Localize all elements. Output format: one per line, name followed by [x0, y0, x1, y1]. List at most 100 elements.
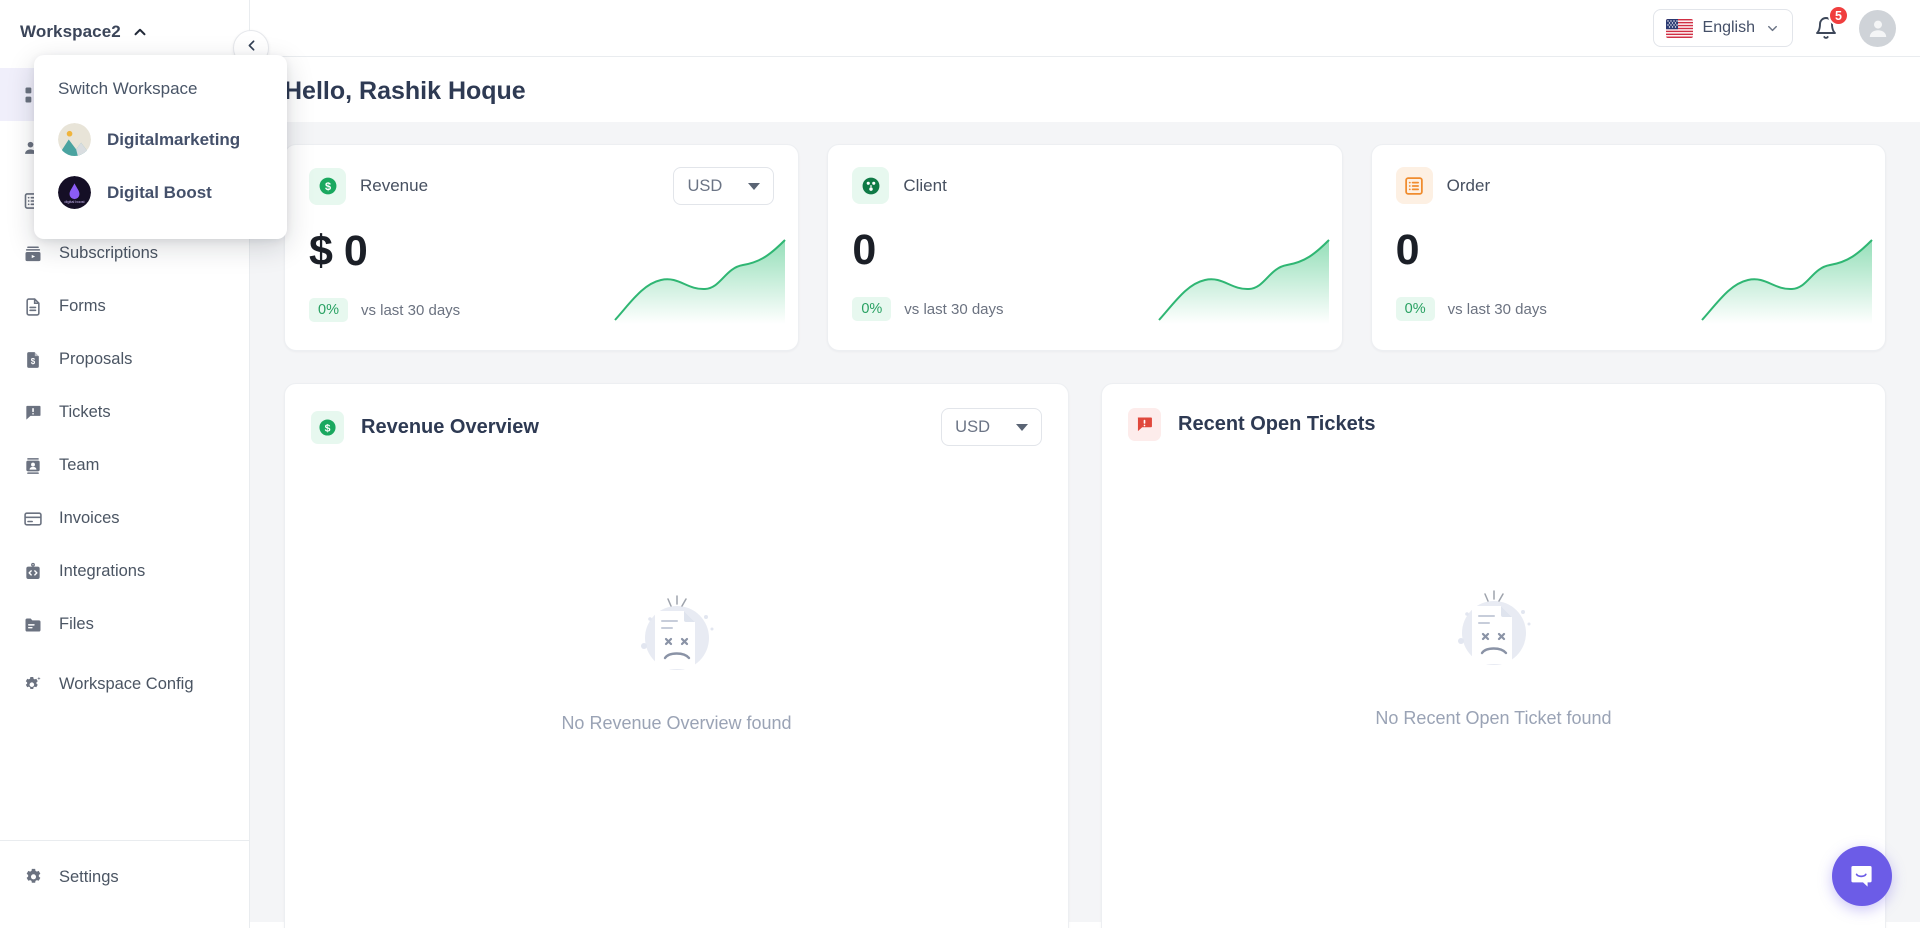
main-area: English 5 Hello, Rashik Hoque [250, 0, 1920, 928]
chevron-down-icon [748, 183, 760, 190]
sidebar-item-label: Settings [59, 867, 119, 887]
workspace-dropdown-title: Switch Workspace [34, 71, 287, 113]
sidebar-item-label: Proposals [59, 349, 132, 369]
team-card-icon [22, 455, 44, 477]
panel-header: Recent Open Tickets [1128, 408, 1859, 441]
stat-card-comparison: vs last 30 days [1448, 301, 1547, 318]
dollar-circle-icon: $ [309, 168, 346, 205]
order-list-icon [1396, 167, 1433, 204]
panel-recent-open-tickets: Recent Open Tickets [1101, 383, 1886, 928]
landscape-avatar [58, 123, 91, 156]
svg-text:$: $ [31, 357, 36, 366]
gear-icon [22, 867, 44, 889]
chat-bubble-icon [1847, 861, 1877, 891]
currency-value: USD [955, 418, 990, 437]
dollar-circle-icon: $ [311, 411, 344, 444]
stat-card-label: Revenue [360, 176, 428, 196]
stat-card-header: $ Revenue USD [309, 167, 774, 205]
chevron-down-icon [1016, 424, 1028, 431]
language-selector[interactable]: English [1653, 9, 1793, 47]
stat-card-client: Client 0 0% vs last 30 days [827, 144, 1342, 351]
chat-widget-button[interactable] [1832, 846, 1892, 906]
panel-title: Revenue Overview [361, 416, 539, 439]
chevron-up-icon [131, 23, 149, 41]
language-label: English [1703, 19, 1755, 37]
sparkline-chart [1700, 232, 1885, 324]
page-title: Hello, Rashik Hoque [250, 57, 1886, 122]
currency-value: USD [687, 177, 722, 196]
stat-card-order: Order 0 0% vs last 30 days [1371, 144, 1886, 351]
clients-circle-icon [852, 167, 889, 204]
notifications-button[interactable]: 5 [1811, 13, 1841, 43]
sad-document-icon [627, 586, 727, 691]
sidebar-item-invoices[interactable]: Invoices [0, 492, 249, 545]
sad-document-icon [1444, 581, 1544, 686]
stat-card-header: Order [1396, 167, 1861, 204]
user-avatar-icon [1866, 16, 1890, 40]
empty-state-text: No Revenue Overview found [561, 713, 791, 734]
stat-card-percent: 0% [309, 298, 348, 322]
stat-card-label: Client [903, 176, 946, 196]
sidebar-item-label: Tickets [59, 402, 111, 422]
sidebar-item-label: Subscriptions [59, 243, 158, 263]
sidebar-item-label: Workspace Config [59, 674, 194, 694]
revenue-currency-select[interactable]: USD [673, 167, 774, 205]
page-content: Hello, Rashik Hoque $ Revenue [250, 57, 1920, 928]
ticket-alert-icon [1128, 408, 1161, 441]
sidebar-item-integrations[interactable]: Integrations [0, 545, 249, 598]
stat-card-comparison: vs last 30 days [904, 301, 1003, 318]
empty-state: No Recent Open Ticket found [1128, 455, 1859, 855]
document-icon [22, 296, 44, 318]
chevron-down-icon [1765, 21, 1780, 36]
code-plug-icon [22, 561, 44, 583]
proposal-dollar-icon: $ [22, 349, 44, 371]
stat-card-header: Client [852, 167, 1317, 204]
sidebar: Workspace2 Dashboard Clients [0, 0, 250, 928]
credit-card-icon [22, 508, 44, 530]
svg-text:$: $ [325, 422, 331, 434]
sidebar-bottom: Settings [0, 840, 249, 928]
sidebar-item-files[interactable]: Files [0, 598, 249, 651]
sidebar-item-settings[interactable]: Settings [0, 851, 249, 904]
svg-text:$: $ [324, 181, 330, 193]
stat-cards: $ Revenue USD $ 0 0% vs [284, 144, 1886, 351]
digital-boost-avatar: digital boost [58, 176, 91, 209]
sparkline-chart [1157, 232, 1342, 324]
sidebar-item-team[interactable]: Team [0, 439, 249, 492]
dashboard-board: $ Revenue USD $ 0 0% vs [250, 122, 1920, 922]
stat-card-comparison: vs last 30 days [361, 302, 460, 319]
sidebar-item-label: Forms [59, 296, 106, 316]
panel-revenue-overview: $ Revenue Overview USD [284, 383, 1069, 928]
sidebar-item-label: Files [59, 614, 94, 634]
sidebar-item-tickets[interactable]: Tickets [0, 386, 249, 439]
stat-card-label: Order [1447, 176, 1490, 196]
workspace-dropdown: Switch Workspace Digitalmarketing digita… [34, 55, 287, 239]
stat-card-percent: 0% [852, 297, 891, 321]
panel-header: $ Revenue Overview USD [311, 408, 1042, 446]
subscriptions-icon [22, 243, 44, 265]
stat-card-revenue: $ Revenue USD $ 0 0% vs [284, 144, 799, 351]
workspace-option-digital-boost[interactable]: digital boost Digital Boost [34, 166, 287, 219]
folder-icon [22, 614, 44, 636]
sidebar-item-label: Invoices [59, 508, 120, 528]
dashboard-panels: $ Revenue Overview USD [284, 383, 1886, 928]
workspace-name: Workspace2 [20, 22, 121, 42]
sidebar-item-label: Integrations [59, 561, 145, 581]
revenue-overview-currency-select[interactable]: USD [941, 408, 1042, 446]
ticket-alert-icon [22, 402, 44, 424]
sidebar-item-label: Team [59, 455, 99, 475]
sparkline-chart [613, 232, 798, 324]
stat-card-percent: 0% [1396, 297, 1435, 321]
workspace-option-digitalmarketing[interactable]: Digitalmarketing [34, 113, 287, 166]
empty-state-text: No Recent Open Ticket found [1375, 708, 1611, 729]
sidebar-item-workspace-config[interactable]: Workspace Config [0, 651, 249, 717]
us-flag-icon [1666, 19, 1693, 38]
workspace-option-label: Digitalmarketing [107, 130, 240, 150]
notification-badge: 5 [1828, 5, 1849, 26]
svg-text:digital boost: digital boost [64, 200, 85, 204]
sidebar-item-proposals[interactable]: $ Proposals [0, 333, 249, 386]
topbar: English 5 [250, 0, 1920, 57]
sidebar-item-forms[interactable]: Forms [0, 280, 249, 333]
user-avatar-button[interactable] [1859, 10, 1896, 47]
gear-sparkle-icon [22, 673, 44, 695]
